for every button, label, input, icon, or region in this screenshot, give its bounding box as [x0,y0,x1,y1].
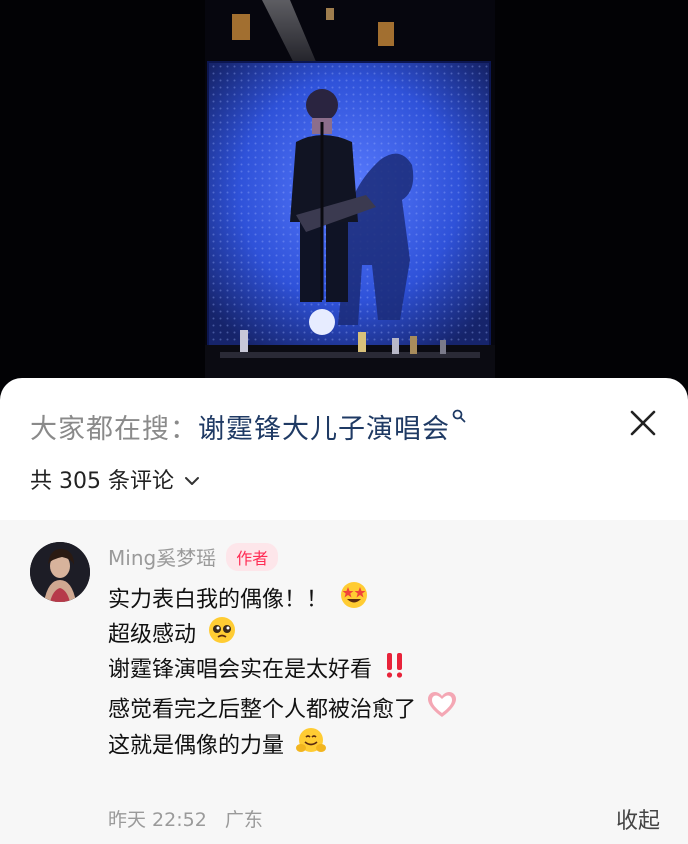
comment-line: 这就是偶像的力量 [108,726,648,761]
star-struck-emoji-icon [339,580,369,621]
comments-sheet: 大家都在搜： 谢霆锋大儿子演唱会 共 305 条评论 Ming奚梦瑶 作者 实力… [0,378,688,844]
comment-line: 谢霆锋演唱会实在是太好看 [108,650,648,685]
concert-photo [0,0,688,395]
comment-line: 实力表白我的偶像！！ [108,580,648,615]
comment-meta: 昨天 22:52 广东 [108,805,275,832]
search-icon [452,409,466,427]
comment-text: 实力表白我的偶像！！ 超级感动 谢霆锋演唱会实在是太好看 感觉看完之后整个人都被… [108,580,648,761]
comment-location: 广东 [224,809,263,831]
heart-icon [427,691,457,730]
comment-time: 昨天 22:52 [108,809,207,831]
username[interactable]: Ming奚梦瑶 [108,542,216,571]
comment-line: 感觉看完之后整个人都被治愈了 [108,691,648,726]
suggested-search[interactable]: 大家都在搜： 谢霆锋大儿子演唱会 [30,406,466,446]
author-badge: 作者 [226,542,279,571]
avatar[interactable] [30,542,90,602]
close-button[interactable] [628,408,658,438]
search-prefix: 大家都在搜： [30,413,198,445]
comment-count-sort[interactable]: 共 305 条评论 [30,463,200,495]
comment-item: Ming奚梦瑶 作者 实力表白我的偶像！！ 超级感动 谢霆锋演唱会实在是太好看 [0,520,688,844]
search-keyword-link[interactable]: 谢霆锋大儿子演唱会 [198,407,450,446]
comment-count: 共 305 条评论 [30,469,174,494]
collapse-button[interactable]: 收起 [616,803,660,835]
close-icon [630,410,656,436]
double-exclamation-icon [383,650,407,691]
hugging-face-emoji-icon [295,726,327,767]
chevron-down-icon [184,467,200,492]
comment-line: 超级感动 [108,615,648,650]
